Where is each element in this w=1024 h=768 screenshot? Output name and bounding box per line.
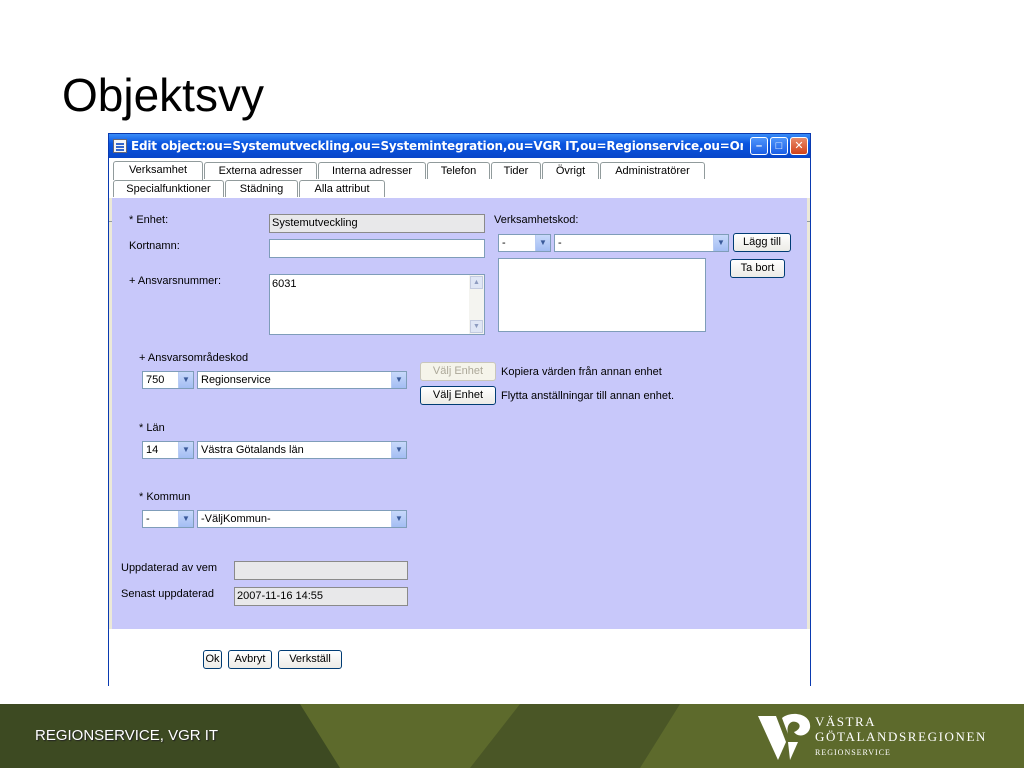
- chevron-down-icon: ▼: [178, 511, 193, 527]
- verksamhetskod-select-2[interactable]: - ▼: [554, 234, 729, 252]
- window-title: Edit object:ou=Systemutveckling,ou=Syste…: [131, 139, 743, 153]
- vgr-logo-icon: [758, 713, 811, 760]
- ansvarsnummer-value: 6031: [272, 278, 297, 290]
- slide-footer: REGIONSERVICE, VGR IT VÄSTRA GÖTALANDSRE…: [0, 704, 1024, 768]
- logo-line-1: VÄSTRA: [815, 714, 877, 729]
- scroll-up-icon[interactable]: ▲: [470, 276, 483, 289]
- chevron-down-icon: ▼: [535, 235, 550, 251]
- slide-title: Objektsvy: [62, 69, 264, 121]
- lan-label: * Län: [139, 422, 165, 434]
- maximize-button[interactable]: □: [770, 137, 788, 155]
- kommun-code-value: -: [146, 513, 150, 525]
- verksamhetskod-list[interactable]: [498, 258, 706, 332]
- chevron-down-icon: ▼: [178, 442, 193, 458]
- valj-enhet-move-description: Flytta anställningar till annan enhet.: [501, 390, 675, 402]
- tab-interna-adresser[interactable]: Interna adresser: [318, 162, 426, 179]
- kortnamn-input[interactable]: [269, 239, 485, 258]
- verksamhetskod-select-1[interactable]: - ▼: [498, 234, 551, 252]
- kommun-label: * Kommun: [139, 491, 191, 503]
- kommun-name-value: -VäljKommun-: [201, 513, 271, 525]
- ta-bort-button[interactable]: Ta bort: [730, 259, 785, 278]
- verksamhetskod-select-2-value: -: [558, 237, 562, 249]
- lagg-till-button[interactable]: Lägg till: [733, 233, 791, 252]
- enhet-field: Systemutveckling: [269, 214, 485, 233]
- browser-window-icon: [113, 139, 127, 153]
- senast-uppdaterad-field: 2007-11-16 14:55: [234, 587, 408, 606]
- ansvarsomradeskod-code-value: 750: [146, 374, 165, 386]
- tab-stadning[interactable]: Städning: [225, 180, 298, 197]
- scroll-down-icon[interactable]: ▼: [470, 320, 483, 333]
- logo-line-2: GÖTALANDSREGIONEN: [815, 729, 988, 744]
- lan-name-value: Västra Götalands län: [201, 444, 304, 456]
- dialog-buttons: Ok Avbryt Verkställ: [109, 629, 810, 686]
- ansvarsomradeskod-label: + Ansvarsområdeskod: [139, 352, 249, 364]
- lan-code-value: 14: [146, 444, 159, 456]
- logo-line-3: REGIONSERVICE: [815, 748, 891, 757]
- valj-enhet-copy-description: Kopiera värden från annan enhet: [501, 366, 662, 378]
- tab-alla-attribut[interactable]: Alla attribut: [299, 180, 385, 197]
- footer-dark-band-mid: [470, 704, 680, 768]
- tab-externa-adresser[interactable]: Externa adresser: [204, 162, 317, 179]
- senast-uppdaterad-label: Senast uppdaterad: [121, 588, 214, 600]
- verksamhetskod-select-1-value: -: [502, 237, 506, 249]
- valj-enhet-move-button[interactable]: Välj Enhet: [420, 386, 496, 405]
- chevron-down-icon: ▼: [713, 235, 728, 251]
- window-titlebar[interactable]: Edit object:ou=Systemutveckling,ou=Syste…: [109, 134, 810, 158]
- ansvarsnummer-textarea[interactable]: 6031 ▲ ▼: [269, 274, 485, 335]
- verksamhet-panel: * Enhet: Systemutveckling Kortnamn: + An…: [112, 198, 807, 629]
- minimize-button[interactable]: –: [750, 137, 768, 155]
- lan-name-select[interactable]: Västra Götalands län ▼: [197, 441, 407, 459]
- tab-ovrigt[interactable]: Övrigt: [542, 162, 599, 179]
- chevron-down-icon: ▼: [391, 372, 406, 388]
- tab-tider[interactable]: Tider: [491, 162, 541, 179]
- tab-administratorer[interactable]: Administratörer: [600, 162, 705, 179]
- uppdaterad-av-field: [234, 561, 408, 580]
- footer-text: REGIONSERVICE, VGR IT: [35, 727, 219, 744]
- chevron-down-icon: ▼: [391, 442, 406, 458]
- tab-verksamhet[interactable]: Verksamhet: [113, 161, 203, 180]
- tab-specialfunktioner[interactable]: Specialfunktioner: [113, 180, 224, 197]
- edit-object-window: Edit object:ou=Systemutveckling,ou=Syste…: [108, 133, 811, 686]
- kortnamn-label: Kortnamn:: [129, 240, 180, 252]
- close-button[interactable]: ✕: [790, 137, 808, 155]
- ansvarsnummer-scrollbar[interactable]: ▲ ▼: [469, 275, 484, 334]
- ansvarsomradeskod-name-value: Regionservice: [201, 374, 271, 386]
- avbryt-button[interactable]: Avbryt: [228, 650, 272, 669]
- ansvarsnummer-label: + Ansvarsnummer:: [129, 275, 222, 287]
- verkstall-button[interactable]: Verkställ: [278, 650, 342, 669]
- tab-bar: Verksamhet Externa adresser Interna adre…: [109, 158, 810, 222]
- lan-code-select[interactable]: 14 ▼: [142, 441, 194, 459]
- enhet-label: * Enhet:: [129, 214, 169, 226]
- ansvarsomradeskod-code-select[interactable]: 750 ▼: [142, 371, 194, 389]
- chevron-down-icon: ▼: [391, 511, 406, 527]
- kommun-name-select[interactable]: -VäljKommun- ▼: [197, 510, 407, 528]
- tab-telefon[interactable]: Telefon: [427, 162, 490, 179]
- valj-enhet-copy-button[interactable]: Välj Enhet: [420, 362, 496, 381]
- slide: Objektsvy Edit object:ou=Systemutvecklin…: [0, 0, 1024, 768]
- verksamhetskod-label: Verksamhetskod:: [494, 214, 579, 226]
- chevron-down-icon: ▼: [178, 372, 193, 388]
- ok-button[interactable]: Ok: [203, 650, 222, 669]
- kommun-code-select[interactable]: - ▼: [142, 510, 194, 528]
- uppdaterad-av-label: Uppdaterad av vem: [121, 562, 217, 574]
- ansvarsomradeskod-name-select[interactable]: Regionservice ▼: [197, 371, 407, 389]
